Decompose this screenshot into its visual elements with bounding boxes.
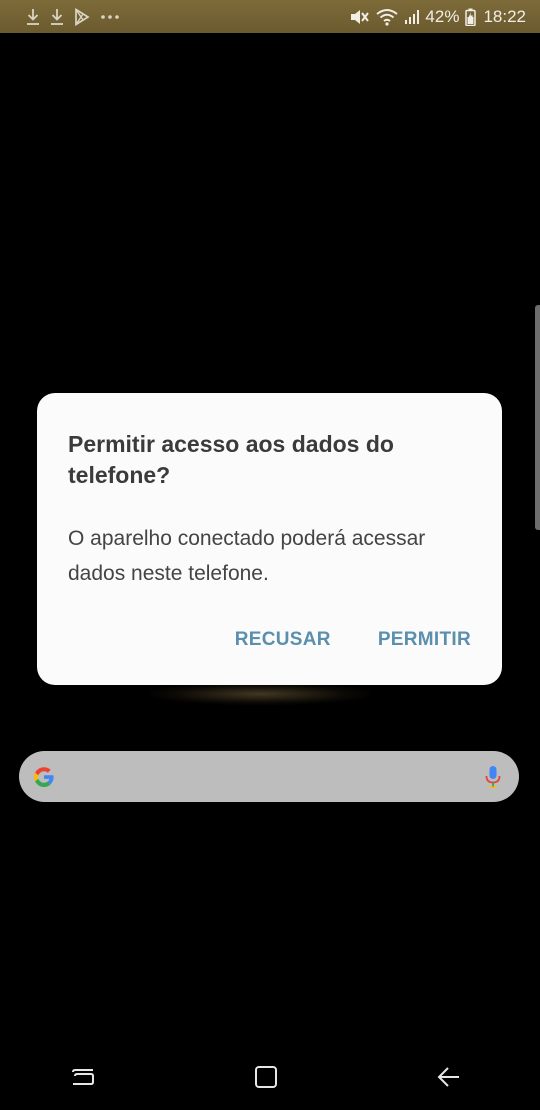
recent-apps-button[interactable]: [53, 1059, 113, 1099]
navigation-bar: [0, 1048, 540, 1110]
play-store-icon: [74, 7, 90, 26]
google-search-bar[interactable]: [19, 751, 519, 802]
battery-icon: [465, 8, 477, 26]
clock: 18:22: [483, 6, 526, 26]
microphone-icon[interactable]: [485, 765, 501, 789]
home-button[interactable]: [236, 1059, 296, 1099]
edge-panel-handle[interactable]: [535, 305, 540, 530]
home-icon: [254, 1065, 278, 1094]
download-icon: [26, 8, 40, 26]
more-dots-icon: [100, 14, 120, 20]
wifi-icon: [376, 8, 399, 26]
permission-dialog: Permitir acesso aos dados do telefone? O…: [37, 393, 502, 685]
download-icon: [50, 8, 64, 26]
wallpaper-detail: [150, 683, 370, 705]
recent-apps-icon: [71, 1066, 95, 1093]
allow-button[interactable]: PERMITIR: [378, 629, 471, 651]
dialog-message: O aparelho conectado poderá acessar dado…: [68, 527, 426, 585]
system-icons: 42% 18:22: [344, 7, 526, 27]
signal-icon: [404, 9, 420, 25]
status-bar: 42% 18:22: [0, 0, 540, 33]
deny-button[interactable]: RECUSAR: [235, 629, 331, 651]
mute-icon: [350, 8, 370, 26]
google-logo-icon[interactable]: [32, 765, 56, 789]
dialog-title: Permitir acesso aos dados do telefone?: [68, 431, 394, 488]
back-button[interactable]: [419, 1059, 479, 1099]
notification-icons: [26, 7, 130, 26]
battery-percent: 42%: [425, 6, 460, 26]
back-icon: [437, 1066, 461, 1093]
dialog-actions: RECUSAR PERMITIR: [235, 629, 471, 651]
screen: 42% 18:22 Permitir acesso aos dados do t…: [0, 0, 540, 1110]
